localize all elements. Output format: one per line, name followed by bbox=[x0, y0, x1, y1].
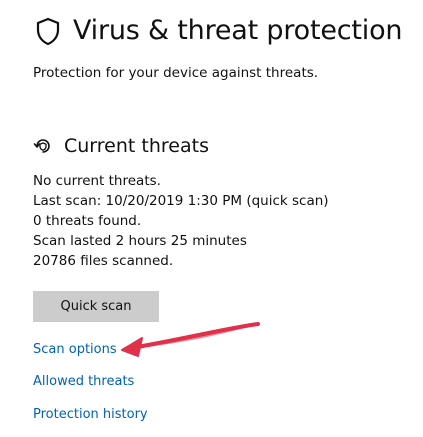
scan-options-link[interactable]: Scan options bbox=[33, 342, 117, 357]
current-threats-heading: Current threats bbox=[64, 135, 209, 157]
status-line-no-threats: No current threats. bbox=[33, 173, 161, 189]
page-header: Virus & threat protection bbox=[33, 15, 403, 46]
status-line-files-scanned: 20786 files scanned. bbox=[33, 253, 174, 269]
shield-icon bbox=[36, 17, 60, 45]
current-threats-header: Current threats bbox=[33, 135, 209, 157]
status-line-last-scan: Last scan: 10/20/2019 1:30 PM (quick sca… bbox=[33, 193, 329, 209]
status-line-scan-duration: Scan lasted 2 hours 25 minutes bbox=[33, 233, 247, 249]
threat-status-block: No current threats. Last scan: 10/20/201… bbox=[33, 171, 329, 271]
allowed-threats-link[interactable]: Allowed threats bbox=[33, 374, 134, 389]
status-line-threats-found: 0 threats found. bbox=[33, 213, 142, 229]
annotation-arrow-icon bbox=[121, 322, 260, 357]
protection-history-link[interactable]: Protection history bbox=[33, 407, 148, 422]
refresh-shield-icon bbox=[33, 139, 50, 153]
page-title: Virus & threat protection bbox=[73, 15, 403, 46]
page-subtitle: Protection for your device against threa… bbox=[33, 65, 319, 81]
